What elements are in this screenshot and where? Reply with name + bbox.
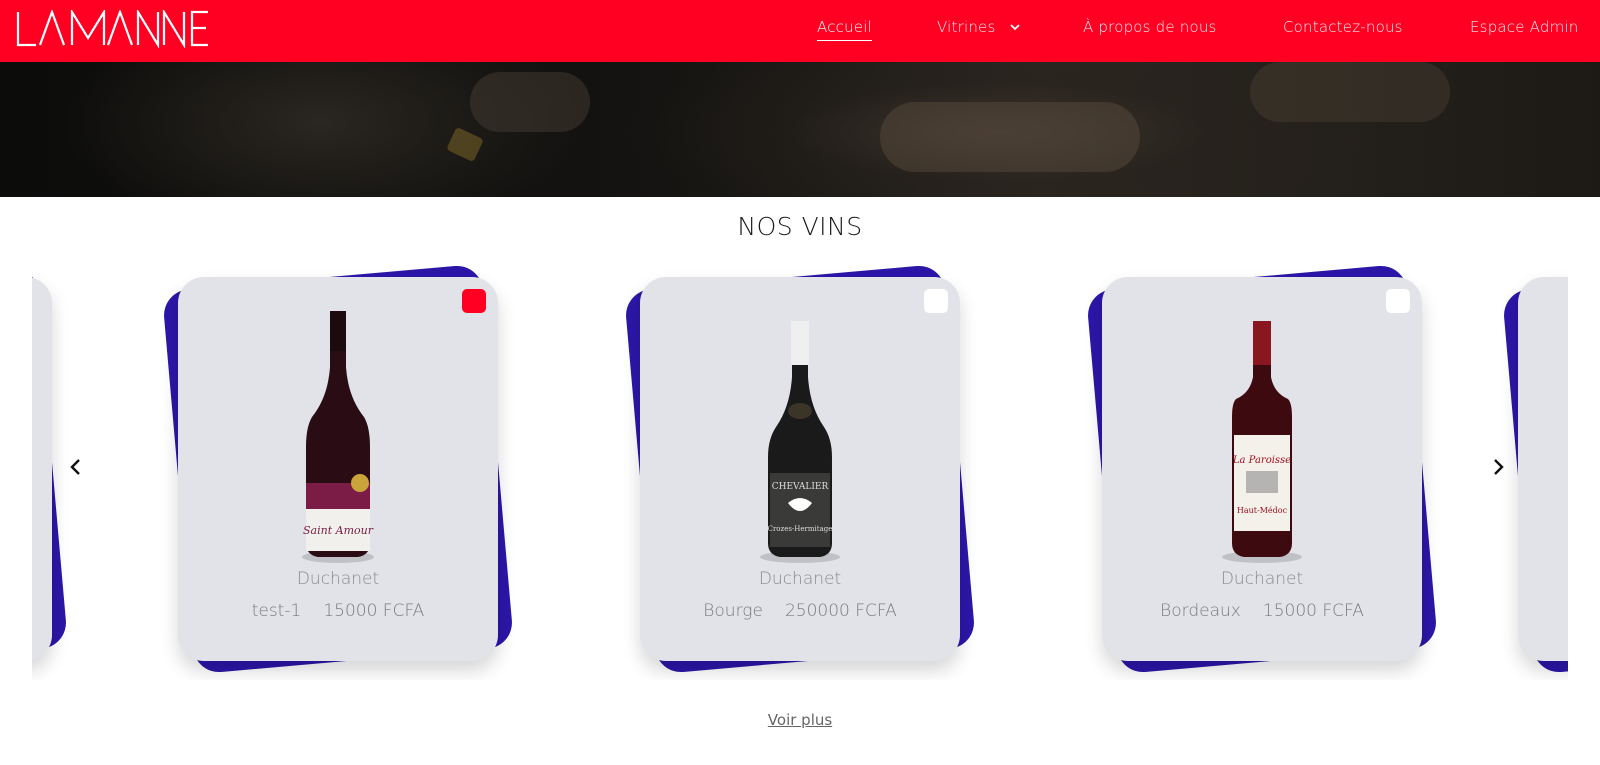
hero-arm-shape (1250, 62, 1450, 122)
product-card-body: Saint Amour Duchanet test-1 15000 FCFA (178, 277, 498, 661)
svg-text:CHEVALIER: CHEVALIER (772, 482, 829, 492)
product-card-body: La Paroisse Haut-Médoc Duchanet Bordeaux… (1102, 277, 1422, 661)
nav-espace-admin[interactable]: Espace Admin (1470, 18, 1578, 36)
product-meta: Bordeaux 15000 FCFA (1102, 601, 1422, 621)
product-meta: test-1 15000 FCFA (178, 601, 498, 621)
nav-a-propos[interactable]: À propos de nous (1083, 18, 1217, 36)
red-burgundy-bottle-image[interactable]: Saint Amour (278, 307, 398, 567)
product-price: 15000 FCFA (1262, 601, 1364, 621)
hero-detail-shape (446, 126, 484, 163)
top-navbar: Accueil Vitrines À propos de nous Contac… (0, 0, 1600, 62)
chevron-left-icon[interactable] (66, 457, 86, 477)
nav-vitrines-label: Vitrines (937, 18, 996, 36)
dark-rhone-bottle-image[interactable]: CHEVALIER Crozes-Hermitage (740, 307, 860, 567)
card-partial-body (32, 277, 52, 661)
card-partial-body (1518, 277, 1568, 661)
favorite-toggle[interactable] (924, 289, 948, 313)
svg-text:La Paroisse: La Paroisse (1232, 455, 1291, 466)
product-price: 15000 FCFA (323, 601, 425, 621)
product-card[interactable]: CHEVALIER Crozes-Hermitage Duchanet Bour… (623, 263, 977, 675)
wine-carousel: Saint Amour Duchanet test-1 15000 FCFA CH… (32, 250, 1568, 680)
chevron-down-icon (1010, 24, 1021, 31)
product-price: 250000 FCFA (784, 601, 897, 621)
product-brand: Duchanet (758, 569, 842, 589)
carousel-card-partial-left (32, 263, 69, 675)
favorite-toggle[interactable] (1386, 289, 1410, 313)
svg-text:Crozes-Hermitage: Crozes-Hermitage (768, 525, 833, 533)
hero-banner-image (0, 62, 1600, 197)
svg-text:Haut-Médoc: Haut-Médoc (1237, 506, 1288, 515)
la-manne-logo[interactable] (16, 10, 210, 48)
hero-hands-shape (880, 102, 1140, 172)
nav-vitrines[interactable]: Vitrines (937, 18, 1021, 36)
carousel-card-partial-right (1501, 263, 1568, 675)
hero-shadow-shape (470, 72, 590, 132)
svg-text:Saint Amour: Saint Amour (303, 524, 374, 537)
bordeaux-bottle-image[interactable]: La Paroisse Haut-Médoc (1202, 307, 1322, 567)
voir-plus-link[interactable]: Voir plus (768, 711, 832, 729)
product-card-body: CHEVALIER Crozes-Hermitage Duchanet Bour… (640, 277, 960, 661)
product-name: Bordeaux (1160, 601, 1241, 621)
product-name: test-1 (251, 601, 302, 621)
favorite-toggle[interactable] (462, 289, 486, 313)
product-card[interactable]: Saint Amour Duchanet test-1 15000 FCFA (161, 263, 515, 675)
nav-accueil[interactable]: Accueil (817, 18, 872, 41)
product-brand: Duchanet (1220, 569, 1304, 589)
section-title: NOS VINS (737, 212, 863, 241)
chevron-right-icon[interactable] (1488, 457, 1508, 477)
product-name: Bourge (703, 601, 763, 621)
product-meta: Bourge 250000 FCFA (640, 601, 960, 621)
product-brand: Duchanet (296, 569, 380, 589)
nav-contact[interactable]: Contactez-nous (1283, 18, 1403, 36)
voir-plus-container: Voir plus (0, 711, 1600, 729)
product-card[interactable]: La Paroisse Haut-Médoc Duchanet Bordeaux… (1085, 263, 1439, 675)
